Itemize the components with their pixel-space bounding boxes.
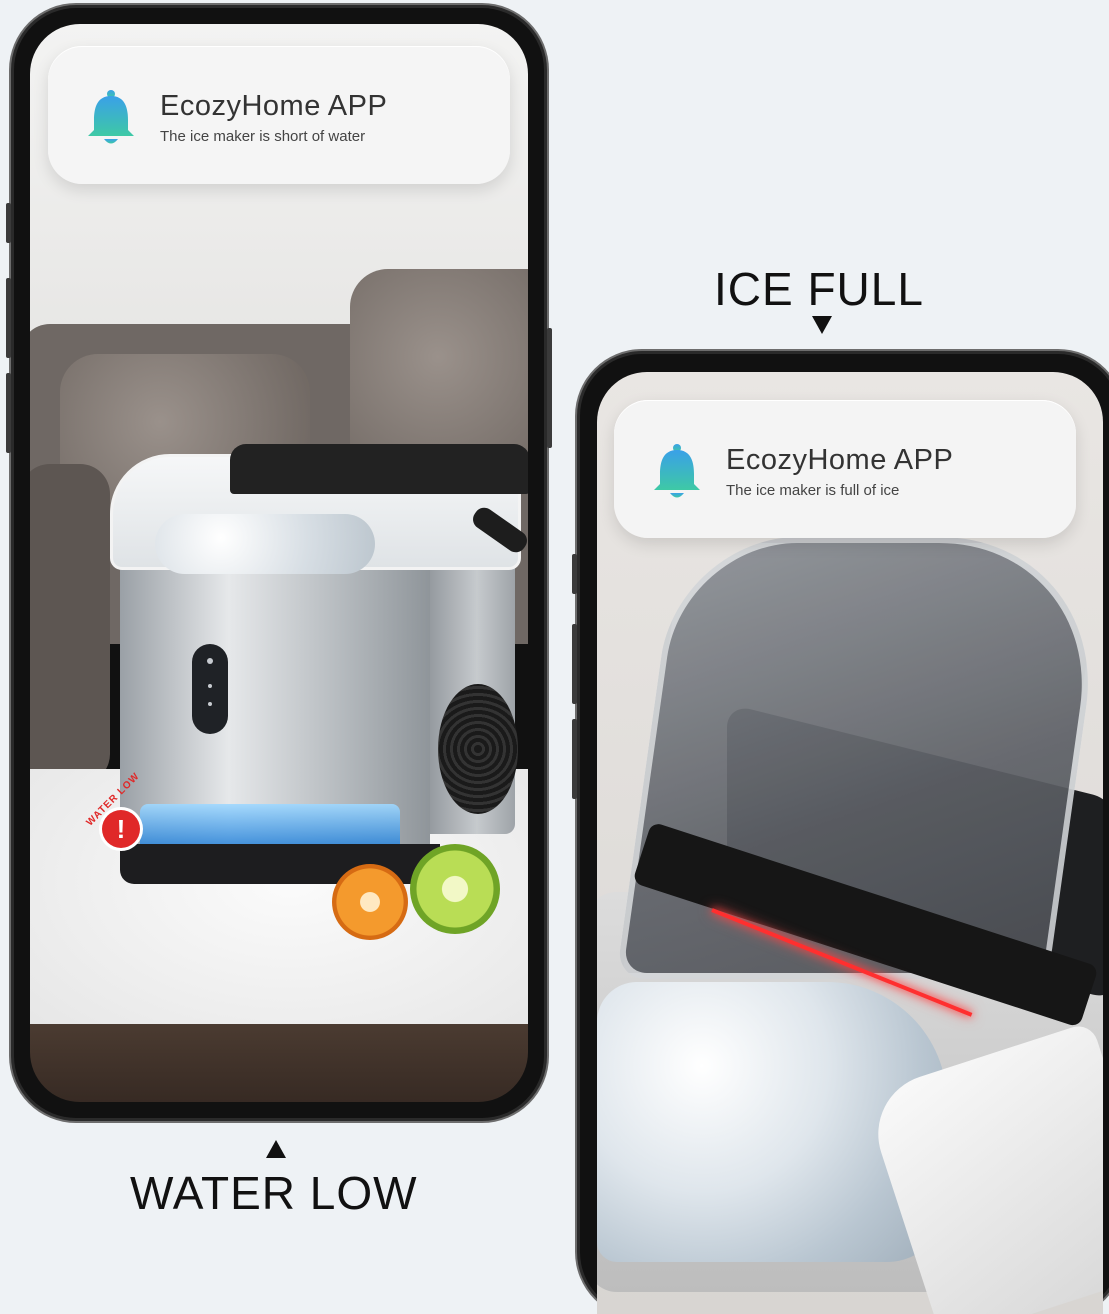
- phone-power-button: [547, 328, 552, 448]
- ice-basket: [155, 514, 375, 574]
- notification-water-low[interactable]: EcozyHome APP The ice maker is short of …: [48, 46, 510, 184]
- phone-volume-down: [572, 719, 577, 799]
- phone-mute-button: [6, 203, 11, 243]
- sofa-arm: [30, 464, 110, 784]
- notification-app-name: EcozyHome APP: [726, 444, 954, 476]
- orange-half: [332, 864, 408, 940]
- notification-app-name: EcozyHome APP: [160, 90, 388, 122]
- caption-water-low: WATER LOW: [130, 1167, 418, 1219]
- fan-vent: [438, 684, 518, 814]
- phone-volume-down: [6, 373, 11, 453]
- phone-volume-up: [6, 278, 11, 358]
- arrow-down-icon: [812, 316, 832, 334]
- lime-half: [410, 844, 500, 934]
- table-base: [30, 1024, 528, 1102]
- panel-indicator: [208, 684, 212, 688]
- phone-mute-button: [572, 554, 577, 594]
- ice-maker-top: [230, 444, 528, 494]
- bell-icon: [654, 444, 700, 498]
- ice-maker: [110, 444, 528, 904]
- panel-button: [207, 658, 213, 664]
- arrow-up-icon: [266, 1140, 286, 1158]
- notification-message: The ice maker is full of ice: [726, 482, 900, 499]
- notification-message: The ice maker is short of water: [160, 128, 366, 145]
- phone-volume-up: [572, 624, 577, 704]
- panel-indicator: [208, 702, 212, 706]
- control-panel: [192, 644, 228, 734]
- phone-left-screen: WATER LOW !: [30, 24, 528, 1102]
- water-low-badge: WATER LOW !: [84, 771, 142, 848]
- notification-ice-full[interactable]: EcozyHome APP The ice maker is full of i…: [614, 400, 1076, 538]
- alert-icon: !: [102, 810, 140, 848]
- bell-icon: [88, 90, 134, 144]
- caption-ice-full: ICE FULL: [714, 263, 924, 315]
